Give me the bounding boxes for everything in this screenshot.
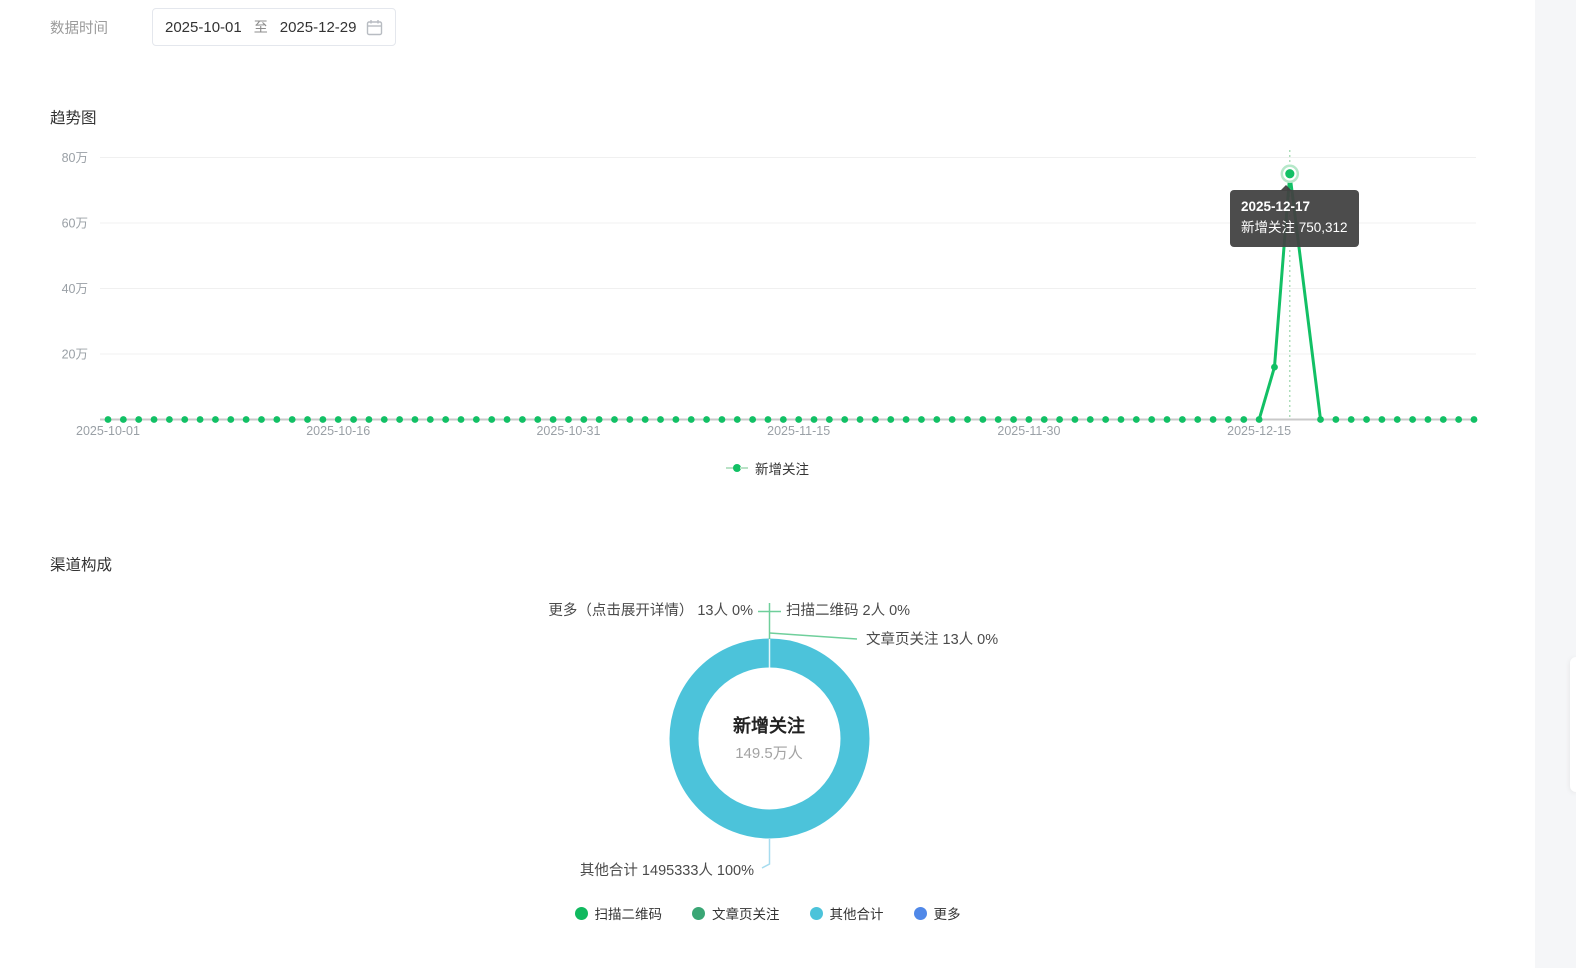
legend-label: 扫描二维码 [594, 907, 663, 922]
calendar-icon [366, 19, 383, 36]
legend-label: 其他合计 [829, 907, 884, 922]
svg-text:2025-10-16: 2025-10-16 [306, 424, 370, 438]
date-separator: 至 [253, 19, 268, 35]
gridlines [100, 157, 1476, 355]
svg-text:40万: 40万 [62, 282, 88, 296]
legend-item[interactable]: 更多 [913, 903, 961, 923]
legend-dot-icon [574, 906, 588, 920]
svg-text:20万: 20万 [62, 348, 88, 362]
legend-label: 更多 [933, 907, 961, 922]
callout-other-total: 其他合计 1495333人 100% [579, 863, 754, 879]
trend-line-chart[interactable]: 20万40万60万80万2025-10-01 2025-10-16 2025-10-… [0, 140, 1535, 452]
end-date-value[interactable]: 2025-12-29 [280, 19, 357, 36]
page-background-strip [1535, 0, 1576, 968]
legend-label: 新增关注 [755, 462, 809, 477]
svg-text:2025-11-15: 2025-11-15 [767, 424, 830, 438]
callout-article-follow: 文章页关注 13人 0% [866, 632, 999, 648]
legend-item[interactable]: 文章页关注 [692, 903, 780, 923]
legend-dot-icon [692, 906, 705, 920]
tooltip-value: 新增关注 750,312 [1241, 219, 1348, 235]
y-axis-labels: 20万 40万 60万 80万 [62, 151, 88, 362]
legend-item[interactable]: 其他合计 [809, 903, 884, 923]
callout-qr-scan: 扫描二维码 2人 0% [786, 603, 911, 619]
analytics-page: 数据时间 2025-10-01 至 2025-12-29 趋势图 20万 40万 6… [0, 0, 1576, 968]
callout-more[interactable]: 更多（点击展开详情） 13人 0% [400, 599, 753, 620]
date-filter-row: 数据时间 2025-10-01 至 2025-12-29 [50, 8, 396, 46]
donut-ring-other-total[interactable] [669, 638, 870, 839]
date-range-picker[interactable]: 2025-10-01 至 2025-12-29 [152, 8, 396, 46]
svg-text:80万: 80万 [62, 151, 88, 165]
svg-text:60万: 60万 [62, 217, 88, 231]
chart-tooltip: 2025-12-17 新增关注 750,312 [1230, 185, 1359, 247]
date-filter-label: 数据时间 [50, 20, 108, 37]
legend-dot-icon [809, 906, 823, 920]
x-axis-labels: 2025-10-01 2025-10-16 2025-10-31 2025-11-15… [76, 424, 1291, 438]
start-date-value[interactable]: 2025-10-01 [165, 19, 242, 36]
line-series-marker-icon [726, 464, 748, 472]
channel-legend: 扫描二维码 文章页关注 其他合计 更多 [0, 903, 1535, 923]
trend-section-title: 趋势图 [50, 110, 97, 127]
svg-text:2025-10-01: 2025-10-01 [76, 424, 140, 438]
svg-text:2025-10-31: 2025-10-31 [536, 424, 600, 438]
channel-section-title: 渠道构成 [50, 557, 113, 574]
tooltip-date: 2025-12-17 [1241, 199, 1311, 214]
svg-text:2025-11-30: 2025-11-30 [997, 424, 1060, 438]
legend-label: 文章页关注 [712, 907, 780, 922]
legend-dot-icon [913, 906, 927, 920]
floating-widget-sliver[interactable] [1570, 657, 1576, 792]
legend-item[interactable]: 扫描二维码 [574, 903, 663, 923]
svg-text:2025-12-15: 2025-12-15 [1227, 424, 1291, 438]
legend-item-new-followers[interactable]: 新增关注 [726, 458, 809, 478]
trend-legend: 新增关注 [0, 458, 1535, 478]
